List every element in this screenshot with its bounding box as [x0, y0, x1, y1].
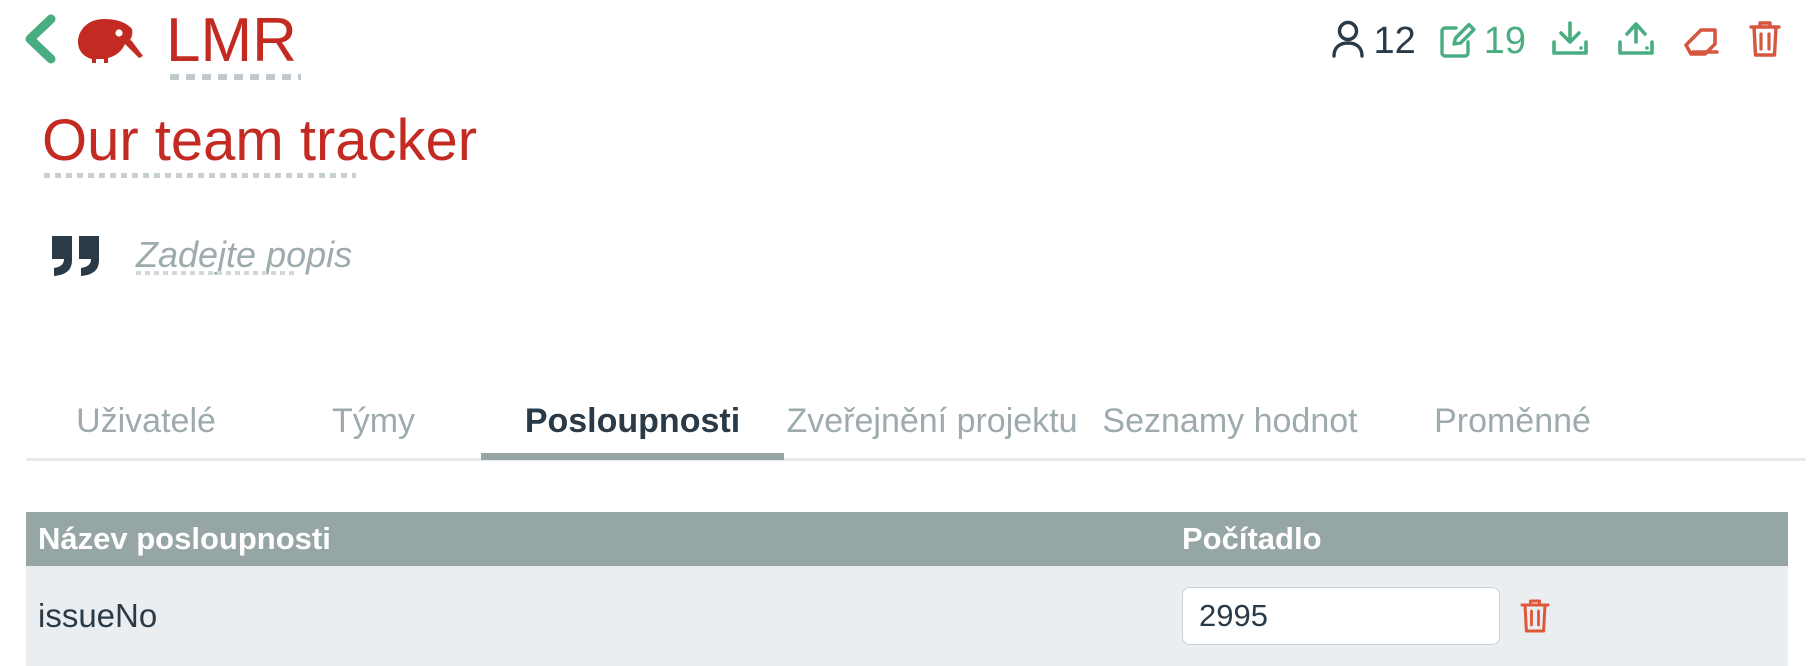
top-actions: 12 19 [1329, 17, 1814, 66]
tab-seznamy-hodnot[interactable]: Seznamy hodnot [1080, 382, 1380, 460]
clear-button[interactable] [1680, 18, 1724, 65]
upload-tray-icon [1614, 18, 1658, 65]
trash-icon [1520, 599, 1550, 633]
delete-project-button[interactable] [1746, 17, 1784, 66]
tab-label: Proměnné [1434, 401, 1591, 440]
sequence-name-cell: issueNo [38, 597, 158, 634]
tab-bar: Uživatelé Týmy Posloupnosti Zveřejnění p… [0, 382, 1814, 464]
eraser-icon [1680, 18, 1724, 65]
tab-tymy[interactable]: Týmy [266, 382, 481, 460]
delete-row-button[interactable] [1518, 596, 1552, 636]
edits-count-action[interactable]: 19 [1438, 18, 1526, 65]
page-title[interactable]: Our team tracker [42, 108, 477, 174]
app-page: LMR 12 19 Our team tracker Zadejte popis… [0, 0, 1814, 666]
sequence-counter-cell [1166, 587, 1788, 645]
table-row: issueNo [26, 566, 1788, 666]
tab-label: Seznamy hodnot [1102, 401, 1358, 440]
top-bar: LMR 12 19 [0, 0, 1814, 82]
sequences-table: Název posloupnosti Počítadlo issueNo [26, 512, 1788, 666]
users-count: 12 [1373, 20, 1416, 62]
column-header-name: Název posloupnosti [38, 521, 331, 556]
edits-count: 19 [1483, 20, 1526, 62]
tab-zverejneni-projektu[interactable]: Zveřejnění projektu [784, 382, 1080, 460]
trash-icon [1746, 17, 1784, 66]
table-header-row: Název posloupnosti Počítadlo [26, 512, 1788, 566]
chevron-left-icon [21, 13, 61, 70]
user-icon [1329, 18, 1367, 65]
tab-uzivatele[interactable]: Uživatelé [26, 382, 266, 460]
export-button[interactable] [1614, 18, 1658, 65]
import-button[interactable] [1548, 18, 1592, 65]
tab-label: Týmy [331, 401, 416, 440]
project-title-dashed-underline [44, 173, 356, 178]
tab-label: Posloupnosti [524, 401, 741, 440]
tab-label: Zveřejnění projektu [786, 401, 1078, 440]
quote-marks-icon [48, 232, 104, 278]
download-tray-icon [1548, 18, 1592, 65]
column-header-counter: Počítadlo [1182, 521, 1322, 556]
users-count-action[interactable]: 12 [1329, 18, 1416, 65]
brand-name: LMR [166, 6, 297, 75]
edit-square-icon [1438, 18, 1478, 65]
tab-posloupnosti[interactable]: Posloupnosti [481, 382, 784, 460]
brand-dashed-underline [170, 74, 301, 80]
tab-label: Uživatelé [76, 401, 216, 440]
counter-input[interactable] [1182, 587, 1500, 645]
description-dashed-underline [136, 271, 294, 275]
project-description-row: Zadejte popis [48, 232, 352, 278]
project-title-wrap: Our team tracker [42, 108, 477, 178]
tab-promenne[interactable]: Proměnné [1380, 382, 1645, 460]
brand-name-wrap: LMR [166, 6, 301, 80]
back-button[interactable] [18, 13, 64, 70]
brand-logo[interactable]: LMR [72, 6, 301, 80]
kiwi-bird-logo [72, 13, 148, 69]
project-description-field[interactable]: Zadejte popis [136, 233, 352, 277]
